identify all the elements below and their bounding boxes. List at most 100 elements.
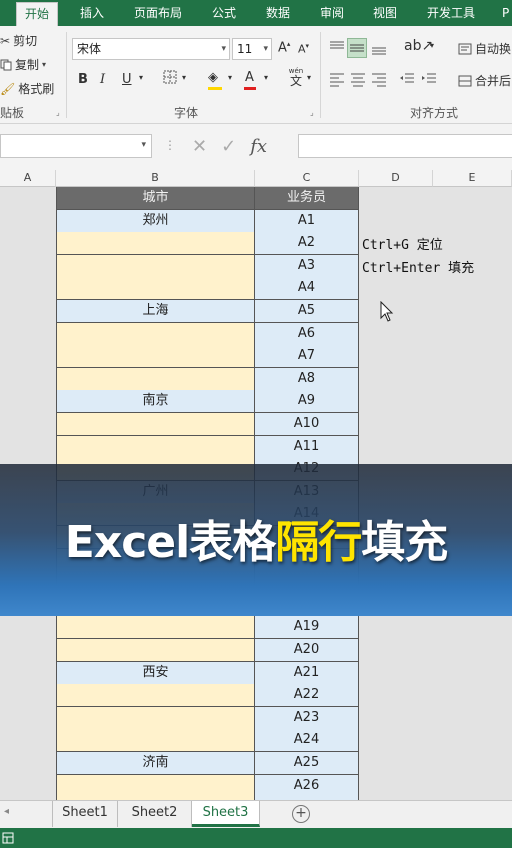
chevron-down-icon[interactable]: ▾ [430, 41, 434, 50]
orientation-button[interactable]: ab↗ [404, 38, 433, 54]
table-cell-rep[interactable]: A8 [255, 368, 359, 391]
table-cell-city[interactable] [56, 277, 255, 300]
table-cell-rep[interactable]: A26 [255, 775, 359, 798]
table-cell-city[interactable] [56, 255, 255, 278]
table-cell-city[interactable]: 西安 [56, 662, 255, 685]
copy-button[interactable]: 复制 ▾ [0, 56, 46, 73]
fill-color-button[interactable]: ◈ [208, 70, 222, 90]
table-cell-city[interactable] [56, 707, 255, 730]
tab-page-layout[interactable]: 页面布局 [134, 0, 182, 26]
increase-indent-button[interactable] [420, 70, 438, 88]
table-cell-city[interactable] [56, 684, 255, 707]
header-cell-rep[interactable]: 业务员 [255, 187, 359, 210]
align-right-button[interactable] [370, 70, 388, 88]
table-cell-city[interactable]: 郑州 [56, 210, 255, 233]
table-cell-rep[interactable]: A5 [255, 300, 359, 323]
borders-button[interactable] [163, 70, 177, 88]
table-cell-rep[interactable]: A24 [255, 729, 359, 752]
align-left-button[interactable] [328, 70, 346, 88]
table-cell-rep[interactable]: A2 [255, 232, 359, 255]
table-cell-rep[interactable]: A7 [255, 345, 359, 368]
table-cell-city[interactable] [56, 323, 255, 346]
chevron-down-icon[interactable]: ▾ [228, 73, 232, 82]
decrease-font-size-button[interactable]: A▾ [298, 42, 309, 56]
table-cell-rep[interactable]: A10 [255, 413, 359, 436]
tab-data[interactable]: 数据 [266, 0, 290, 26]
column-header-b[interactable]: B [56, 170, 255, 187]
table-cell-city[interactable]: 南京 [56, 390, 255, 413]
header-cell-city[interactable]: 城市 [56, 187, 255, 210]
table-cell-city[interactable]: 上海 [56, 300, 255, 323]
chevron-down-icon[interactable]: ▾ [182, 73, 186, 82]
table-cell-rep[interactable]: A25 [255, 752, 359, 775]
font-launcher-icon[interactable]: ⌟ [310, 108, 314, 117]
underline-button[interactable]: U [122, 72, 132, 87]
name-box[interactable]: ▾ [0, 134, 152, 158]
wrap-text-button[interactable]: 自动换 [458, 40, 511, 57]
table-cell-rep[interactable]: A22 [255, 684, 359, 707]
tab-formulas[interactable]: 公式 [212, 0, 236, 26]
table-cell-city[interactable] [56, 232, 255, 255]
wrap-text-label: 自动换 [475, 42, 512, 56]
phonetic-guide-button[interactable]: wén 文 [285, 66, 307, 87]
table-cell-city[interactable] [56, 413, 255, 436]
table-cell-city[interactable] [56, 436, 255, 459]
table-cell-city[interactable] [56, 616, 255, 639]
format-painter-button[interactable]: 🖌 格式刷 [0, 80, 54, 97]
table-cell-rep[interactable]: A21 [255, 662, 359, 685]
chevron-down-icon[interactable]: ▾ [307, 73, 311, 82]
chevron-down-icon[interactable]: ▾ [264, 73, 268, 82]
increase-font-size-button[interactable]: A▴ [278, 40, 290, 55]
table-cell-city[interactable] [56, 639, 255, 662]
align-middle-button[interactable] [347, 38, 367, 58]
column-header-e[interactable]: E [433, 170, 512, 187]
column-header-d[interactable]: D [359, 170, 433, 187]
cut-button[interactable]: ✂ 剪切 [0, 32, 37, 49]
clipboard-launcher-icon[interactable]: ⌟ [56, 108, 60, 117]
table-cell-city[interactable] [56, 729, 255, 752]
table-cell-rep[interactable]: A11 [255, 436, 359, 459]
table-cell-rep[interactable]: A6 [255, 323, 359, 346]
chevron-down-icon[interactable]: ▾ [139, 73, 143, 82]
column-header-c[interactable]: C [255, 170, 359, 187]
align-bottom-button[interactable] [370, 38, 388, 58]
tab-view[interactable]: 视图 [373, 0, 397, 26]
table-cell-rep[interactable]: A3 [255, 255, 359, 278]
clipboard-group-label: 贴板 [0, 106, 25, 120]
table-cell-rep[interactable]: A1 [255, 210, 359, 233]
italic-button[interactable]: I [100, 72, 105, 87]
enter-check-icon[interactable]: ✓ [221, 136, 236, 157]
font-name-select[interactable]: 宋体 ▾ [72, 38, 230, 60]
tab-home[interactable]: 开始 [16, 2, 59, 26]
add-sheet-icon[interactable]: + [292, 805, 310, 823]
insert-function-icon[interactable]: fx [250, 136, 267, 157]
sheet-tab-sheet1[interactable]: Sheet1 [52, 801, 118, 827]
table-cell-rep[interactable]: A9 [255, 390, 359, 413]
formula-input[interactable] [298, 134, 512, 158]
sheet-scroll-left-icon[interactable]: ◂ [4, 806, 9, 817]
sheet-tab-sheet3[interactable]: Sheet3 [192, 801, 260, 827]
align-center-button[interactable] [349, 70, 367, 88]
tab-developer[interactable]: 开发工具 [427, 0, 475, 26]
font-size-select[interactable]: 11 ▾ [232, 38, 272, 60]
table-cell-city[interactable] [56, 345, 255, 368]
align-top-button[interactable] [328, 38, 346, 58]
merge-center-button[interactable]: 合并后 [458, 72, 511, 89]
font-group-label: 字体 [174, 106, 199, 120]
sheet-tab-sheet2[interactable]: Sheet2 [118, 801, 192, 827]
table-cell-rep[interactable]: A4 [255, 277, 359, 300]
tab-review[interactable]: 审阅 [320, 0, 344, 26]
table-cell-rep[interactable]: A19 [255, 616, 359, 639]
tab-more[interactable]: P [502, 0, 509, 26]
table-cell-rep[interactable]: A20 [255, 639, 359, 662]
tab-insert[interactable]: 插入 [80, 0, 104, 26]
table-cell-rep[interactable]: A23 [255, 707, 359, 730]
bold-button[interactable]: B [78, 72, 88, 87]
table-cell-city[interactable] [56, 368, 255, 391]
decrease-indent-button[interactable] [398, 70, 416, 88]
cancel-icon[interactable]: ✕ [192, 136, 207, 157]
table-cell-city[interactable]: 济南 [56, 752, 255, 775]
table-cell-city[interactable] [56, 775, 255, 798]
font-color-button[interactable]: A [244, 70, 256, 90]
column-header-a[interactable]: A [0, 170, 56, 187]
